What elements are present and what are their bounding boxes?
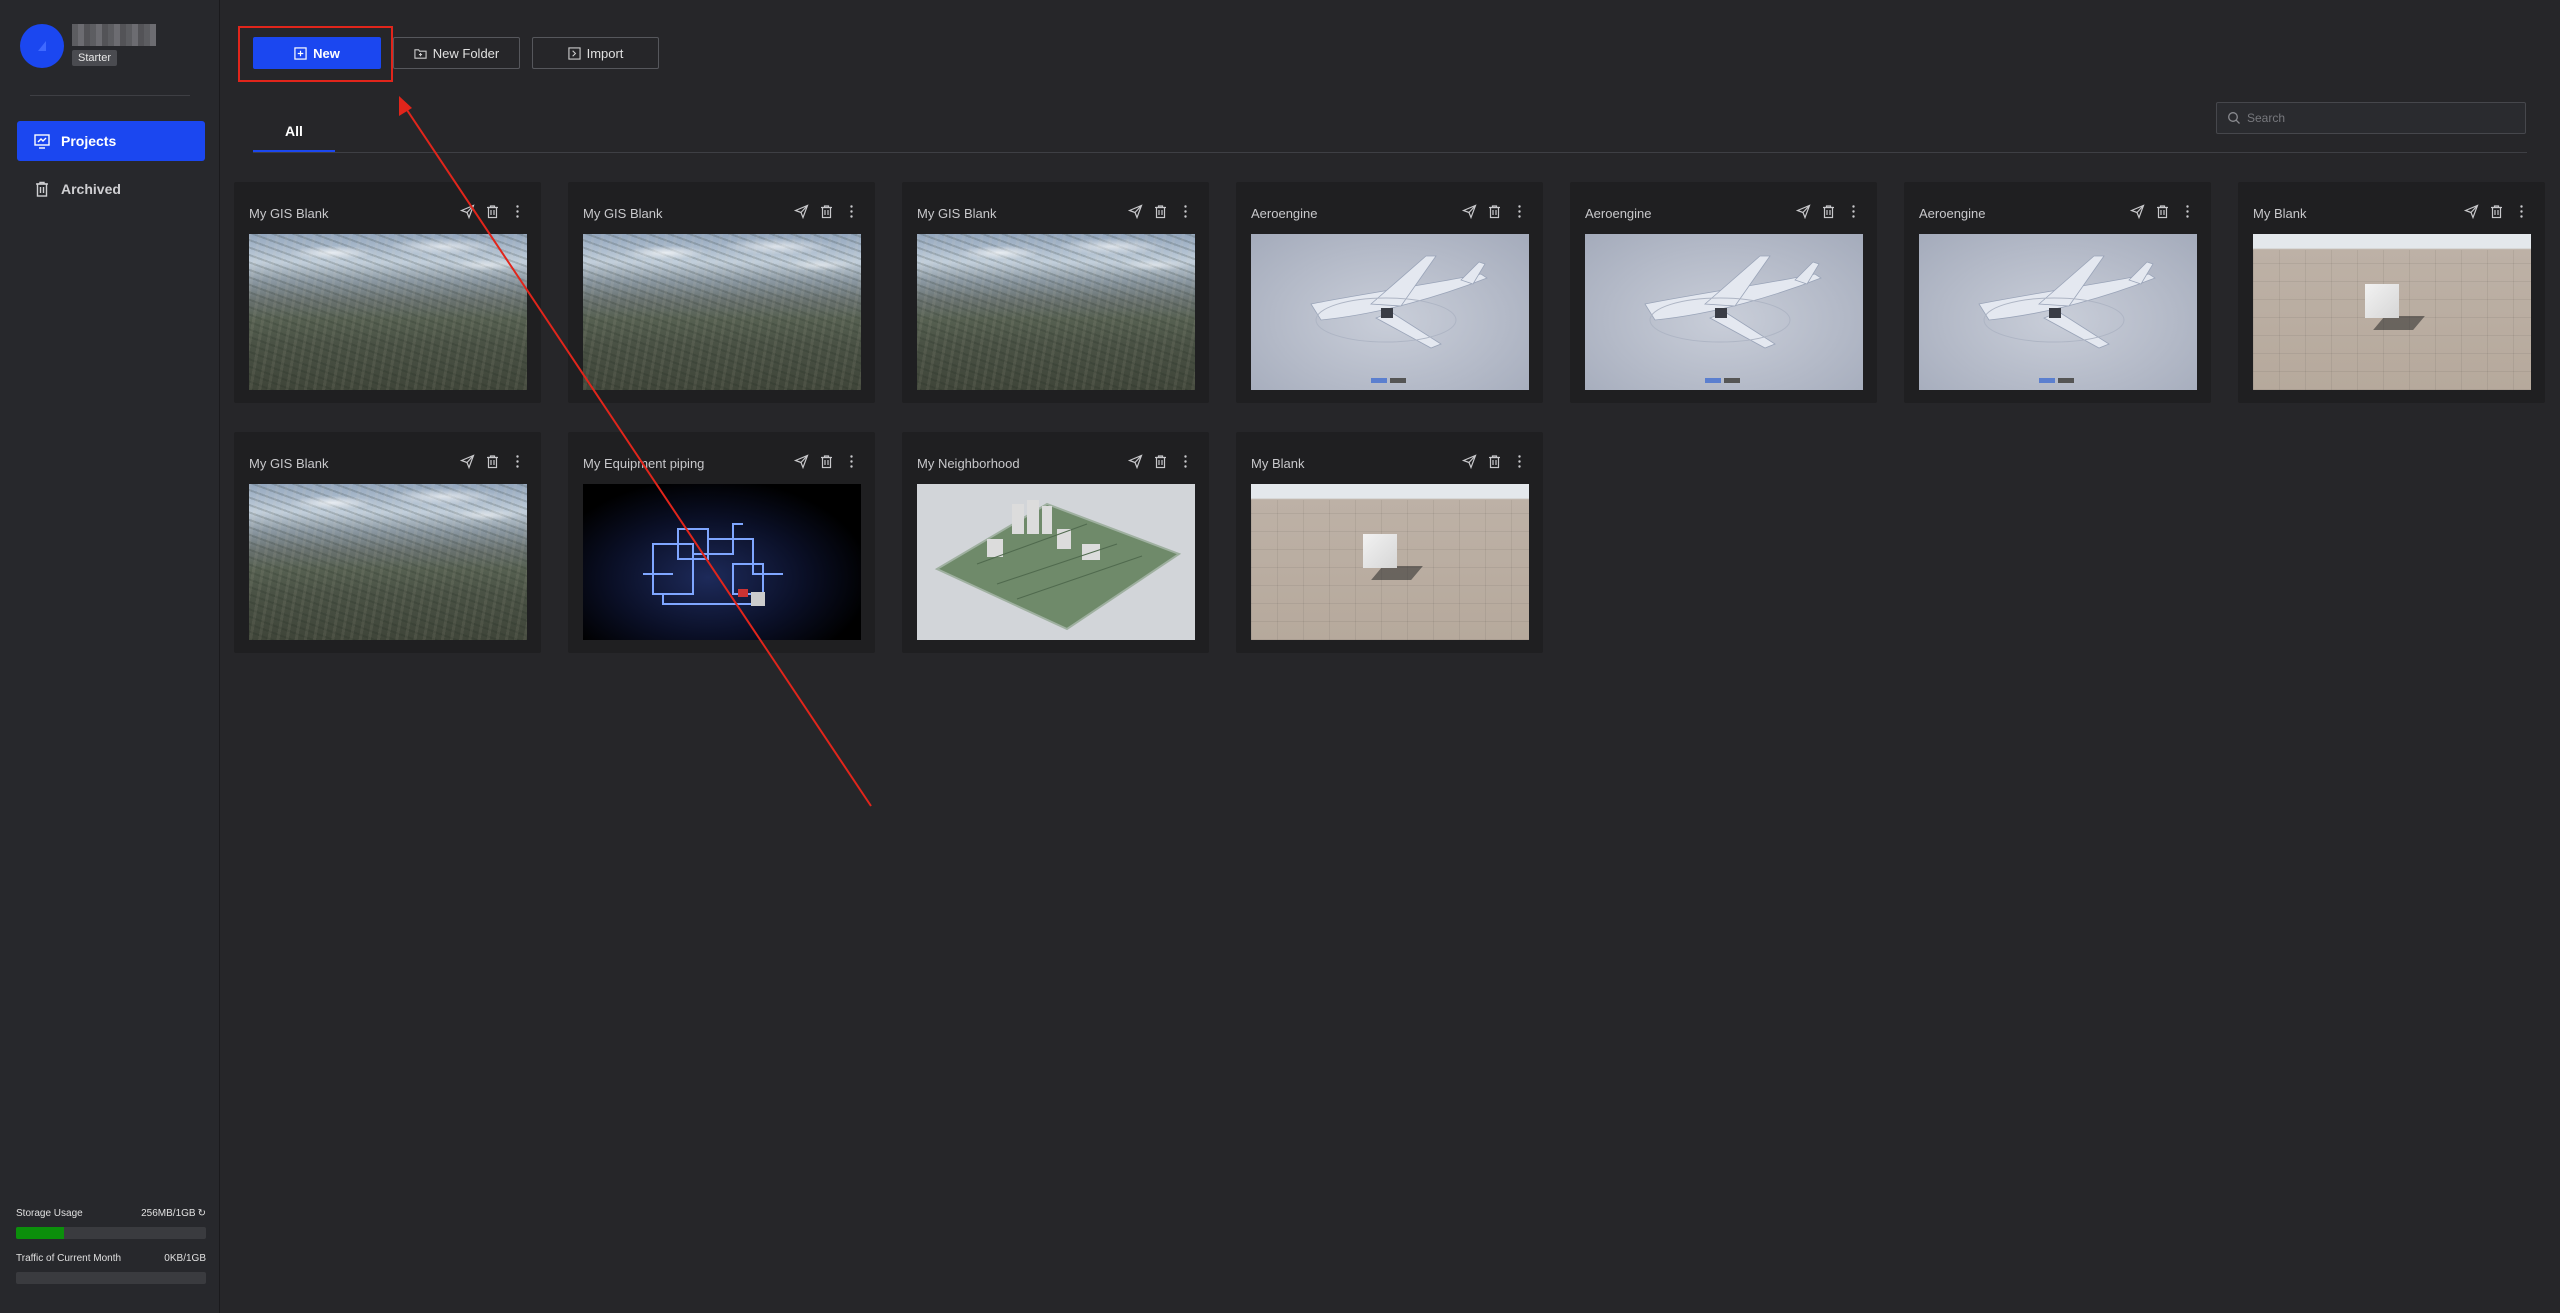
main-content: New New Folder Import All My GIS BlankMy… — [221, 0, 2560, 1313]
more-icon[interactable] — [1512, 204, 1527, 219]
project-title: Aeroengine — [1251, 206, 1318, 221]
project-thumbnail[interactable] — [1585, 234, 1863, 390]
project-card[interactable]: Aeroengine — [1236, 182, 1543, 403]
project-card[interactable]: My Blank — [1236, 432, 1543, 653]
share-icon[interactable] — [1796, 204, 1811, 219]
share-icon[interactable] — [2130, 204, 2145, 219]
trash-icon — [33, 180, 51, 198]
card-actions — [1128, 454, 1193, 469]
sidebar-divider — [30, 95, 190, 96]
search-icon — [2228, 112, 2240, 124]
delete-icon[interactable] — [1487, 204, 1502, 219]
delete-icon[interactable] — [1821, 204, 1836, 219]
share-icon[interactable] — [1462, 204, 1477, 219]
card-actions — [1462, 454, 1527, 469]
storage-label: Storage Usage — [16, 1208, 83, 1219]
storage-value: 256MB/1GB — [141, 1208, 196, 1219]
delete-icon[interactable] — [1153, 204, 1168, 219]
delete-icon[interactable] — [2489, 204, 2504, 219]
project-title: My Blank — [1251, 456, 1305, 471]
sidebar-item-label: Projects — [61, 133, 117, 149]
traffic-label: Traffic of Current Month — [16, 1253, 122, 1264]
delete-icon[interactable] — [1153, 454, 1168, 469]
projects-icon — [33, 132, 51, 150]
card-actions — [1796, 204, 1861, 219]
project-title: My Blank — [2253, 206, 2307, 221]
card-actions — [2130, 204, 2195, 219]
project-thumbnail[interactable] — [1919, 234, 2197, 390]
username-redacted — [72, 24, 156, 46]
storage-bar — [16, 1227, 206, 1239]
more-icon[interactable] — [1512, 454, 1527, 469]
share-icon[interactable] — [2464, 204, 2479, 219]
app-window: Starter Projects Archived Storage Usage … — [0, 0, 2560, 1313]
plan-badge: Starter — [72, 50, 118, 66]
project-title: Aeroengine — [1919, 206, 1986, 221]
search-input[interactable] — [2247, 111, 2517, 125]
card-actions — [2464, 204, 2529, 219]
card-actions — [1462, 204, 1527, 219]
more-icon[interactable] — [1178, 204, 1193, 219]
delete-icon[interactable] — [1487, 454, 1502, 469]
project-title: Aeroengine — [1585, 206, 1652, 221]
project-card[interactable]: My Blank — [2238, 182, 2545, 403]
more-icon[interactable] — [1178, 454, 1193, 469]
storage-usage: Storage Usage 256MB/1GB ↻ — [16, 1208, 206, 1239]
refresh-icon[interactable]: ↻ — [198, 1208, 206, 1219]
more-icon[interactable] — [2514, 204, 2529, 219]
delete-icon[interactable] — [2155, 204, 2170, 219]
sidebar-item-archived[interactable]: Archived — [17, 169, 205, 209]
share-icon[interactable] — [1128, 204, 1143, 219]
more-icon[interactable] — [2180, 204, 2195, 219]
sidebar-item-projects[interactable]: Projects — [17, 121, 205, 161]
traffic-usage: Traffic of Current Month 0KB/1GB — [16, 1253, 206, 1284]
sidebar: Starter Projects Archived Storage Usage … — [0, 0, 220, 1313]
project-thumbnail[interactable] — [1251, 484, 1529, 640]
share-icon[interactable] — [1128, 454, 1143, 469]
traffic-bar — [16, 1272, 206, 1284]
more-icon[interactable] — [1846, 204, 1861, 219]
project-card[interactable]: Aeroengine — [1570, 182, 1877, 403]
storage-bar-fill — [16, 1227, 64, 1239]
share-icon[interactable] — [1462, 454, 1477, 469]
traffic-value: 0KB/1GB — [164, 1253, 206, 1264]
user-logo-icon — [38, 41, 46, 51]
project-card[interactable]: Aeroengine — [1904, 182, 2211, 403]
sidebar-item-label: Archived — [61, 181, 121, 197]
card-actions — [1128, 204, 1193, 219]
avatar[interactable] — [20, 24, 64, 68]
annotation-arrow — [399, 96, 872, 807]
search-box[interactable] — [2216, 102, 2526, 134]
project-thumbnail[interactable] — [1251, 234, 1529, 390]
project-thumbnail[interactable] — [2253, 234, 2531, 390]
